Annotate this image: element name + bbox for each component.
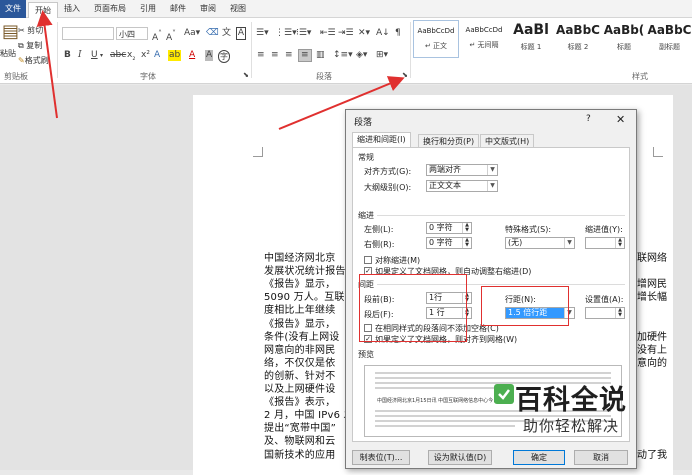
watermark-logo-icon [494,384,514,404]
watermark-title: 百科全说 [515,385,627,416]
arrow-to-home-tab [36,10,58,119]
arrow-to-paragraph-launcher [278,76,405,130]
watermark-subtitle: 助你轻松解决 [523,417,620,435]
